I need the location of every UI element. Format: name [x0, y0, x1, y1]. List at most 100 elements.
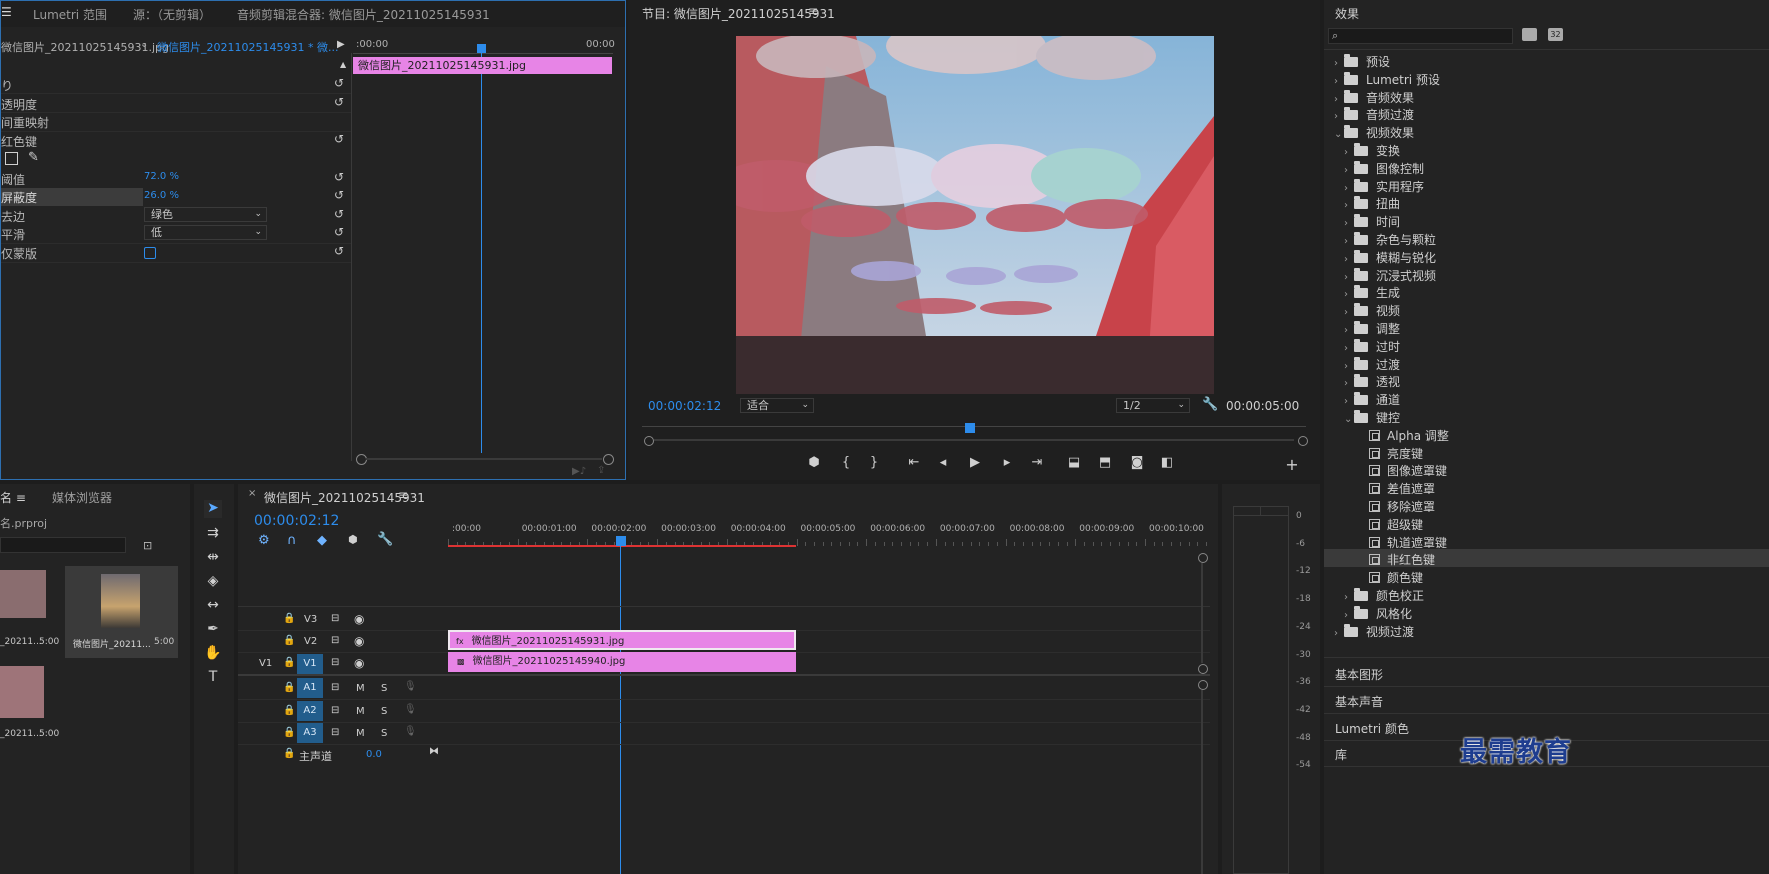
scroll-handle-left[interactable] [644, 436, 654, 446]
program-monitor-title[interactable]: 节目: 微信图片_20211025145931 [642, 5, 835, 22]
effects-tree-item[interactable]: 超级键 [1324, 514, 1769, 532]
32bit-effects-icon[interactable]: 32 [1548, 28, 1563, 41]
new-bin-icon[interactable]: ⊡ [143, 539, 152, 552]
chevron-right-icon[interactable]: › [1344, 289, 1354, 300]
wrench-icon[interactable]: 🔧 [377, 532, 393, 547]
play-audio-icon[interactable]: ▶♪ [572, 466, 586, 477]
ec-clip-bar[interactable]: 微信图片_20211025145931.jpg [353, 57, 612, 74]
panel-essential-graphics[interactable]: 基本图形 [1335, 666, 1383, 683]
play-arrow-icon[interactable]: ▶ [337, 39, 345, 50]
compare-view-icon[interactable]: ◧ [1157, 455, 1177, 471]
track-target-a1[interactable]: A1 [297, 678, 323, 698]
effects-tree-item[interactable]: › 视频过渡 [1324, 621, 1769, 639]
go-to-edit-icon[interactable]: ⧓ [429, 746, 439, 757]
step-forward-icon[interactable]: ▸ [997, 455, 1017, 471]
fit-select[interactable]: 适合 ⌄ [740, 398, 814, 413]
sync-lock-icon[interactable]: ⊟ [331, 727, 339, 738]
effects-tree-item[interactable]: › 透视 [1324, 371, 1769, 389]
reset-icon[interactable]: ↺ [334, 76, 344, 90]
effects-tree-item[interactable]: › 时间 [1324, 211, 1769, 229]
reset-icon[interactable]: ↺ [334, 188, 344, 202]
effects-tree-item[interactable]: › 扭曲 [1324, 193, 1769, 211]
chevron-right-icon[interactable]: › [1344, 200, 1354, 211]
master-volume[interactable]: 0.0 [366, 749, 382, 760]
nest-sequence-icon[interactable]: ⚙ [258, 533, 270, 548]
effects-tree-item[interactable]: › 通道 [1324, 389, 1769, 407]
chevron-right-icon[interactable]: › [1344, 272, 1354, 283]
effects-tree-item[interactable]: 轨道遮罩键 [1324, 532, 1769, 550]
lift-icon[interactable]: ⬓ [1064, 455, 1084, 471]
accelerated-effects-icon[interactable] [1522, 28, 1537, 41]
eye-icon[interactable]: ◉ [354, 656, 364, 670]
go-to-in-icon[interactable]: ⇤ [904, 455, 924, 471]
tab-audio-mixer[interactable]: 音频剪辑混合器: 微信图片_20211025145931 [237, 6, 490, 23]
mark-in-icon[interactable]: { [836, 455, 856, 471]
effects-tree-item[interactable]: › Lumetri 预设 [1324, 69, 1769, 87]
chevron-right-icon[interactable]: › [1344, 147, 1354, 158]
microphone-icon[interactable]: 🎙 [404, 726, 417, 737]
panel-essential-sound[interactable]: 基本声音 [1335, 693, 1383, 710]
lock-icon[interactable]: 🔒 [283, 727, 295, 738]
lock-icon[interactable]: 🔒 [283, 748, 295, 759]
effects-tree-item[interactable]: 颜色键 [1324, 567, 1769, 585]
effects-tree-item[interactable]: › 预设 [1324, 51, 1769, 69]
threshold-value[interactable]: 72.0 % [144, 171, 179, 182]
add-marker-icon[interactable]: ⬢ [348, 533, 358, 546]
effects-tree-item[interactable]: › 模糊与锐化 [1324, 247, 1769, 265]
audio-scrollbar[interactable] [1201, 690, 1203, 874]
smoothing-select[interactable]: 低 ⌄ [144, 225, 267, 240]
tab-project[interactable]: 名 ≡ [0, 489, 26, 506]
clip-thumbnail[interactable] [101, 574, 140, 628]
lock-icon[interactable]: 🔒 [283, 613, 295, 624]
mute-button[interactable]: M [356, 706, 365, 717]
linked-selection-icon[interactable]: ◆ [317, 533, 327, 548]
timeline-timecode[interactable]: 00:00:02:12 [254, 513, 339, 529]
track-select-tool-icon[interactable]: ⇉ [204, 525, 222, 543]
program-zoom-bar[interactable] [654, 439, 1294, 441]
track-label-v2[interactable]: V2 [304, 636, 317, 647]
ripple-edit-tool-icon[interactable]: ⇹ [204, 549, 222, 567]
sync-lock-icon[interactable]: ⊟ [331, 613, 339, 624]
camera-icon[interactable]: ◙ [1127, 455, 1147, 471]
effects-tree-item[interactable]: › 实用程序 [1324, 176, 1769, 194]
chevron-right-icon[interactable]: › [1334, 94, 1344, 105]
hand-tool-icon[interactable]: ✋ [204, 645, 222, 663]
clip-v2[interactable]: fx 微信图片_20211025145931.jpg [448, 630, 796, 650]
chevron-right-icon[interactable]: › [1344, 236, 1354, 247]
add-button-icon[interactable]: + [1282, 455, 1302, 474]
track-target-a2[interactable]: A2 [297, 700, 323, 721]
scroll-handle-top[interactable] [1198, 680, 1208, 690]
reset-icon[interactable]: ↺ [334, 132, 344, 146]
go-to-out-icon[interactable]: ⇥ [1027, 455, 1047, 471]
eye-icon[interactable]: ◉ [354, 634, 364, 648]
panel-lumetri-color[interactable]: Lumetri 颜色 [1335, 720, 1409, 737]
effects-tree-item[interactable]: › 颜色校正 [1324, 585, 1769, 603]
extract-icon[interactable]: ⬒ [1095, 455, 1115, 471]
export-icon[interactable]: ⇪ [597, 465, 605, 476]
solo-button[interactable]: S [381, 728, 387, 739]
video-scrollbar[interactable] [1201, 563, 1203, 663]
effects-tree-item[interactable]: 非红色键 [1324, 549, 1769, 568]
chevron-right-icon[interactable]: › [1344, 361, 1354, 372]
chevron-right-icon[interactable]: › [1334, 628, 1344, 639]
track-target-a3[interactable]: A3 [297, 723, 323, 743]
razor-tool-icon[interactable]: ◈ [204, 573, 222, 591]
type-tool-icon[interactable]: T [204, 669, 222, 687]
add-marker-icon[interactable]: ⬢ [804, 455, 824, 471]
effects-tree-item[interactable]: › 音频效果 [1324, 87, 1769, 105]
lock-icon[interactable]: 🔒 [283, 635, 295, 646]
video-audio-divider[interactable] [238, 674, 1210, 676]
solo-button[interactable]: S [381, 706, 387, 717]
clip-thumbnail[interactable] [0, 570, 46, 618]
scroll-handle-bottom[interactable] [1198, 664, 1208, 674]
effects-tree-item[interactable]: › 杂色与颗粒 [1324, 229, 1769, 247]
sync-lock-icon[interactable]: ⊟ [331, 657, 339, 668]
scroll-handle-right[interactable] [1298, 436, 1308, 446]
chevron-right-icon[interactable]: › [1344, 396, 1354, 407]
lock-icon[interactable]: 🔒 [283, 705, 295, 716]
chevron-right-icon[interactable]: › [1344, 325, 1354, 336]
effects-tree-item[interactable]: › 图像控制 [1324, 158, 1769, 176]
mask-only-checkbox[interactable] [144, 247, 156, 259]
chevron-right-icon[interactable]: › [1334, 58, 1344, 69]
resolution-select[interactable]: 1/2 ⌄ [1116, 398, 1190, 413]
